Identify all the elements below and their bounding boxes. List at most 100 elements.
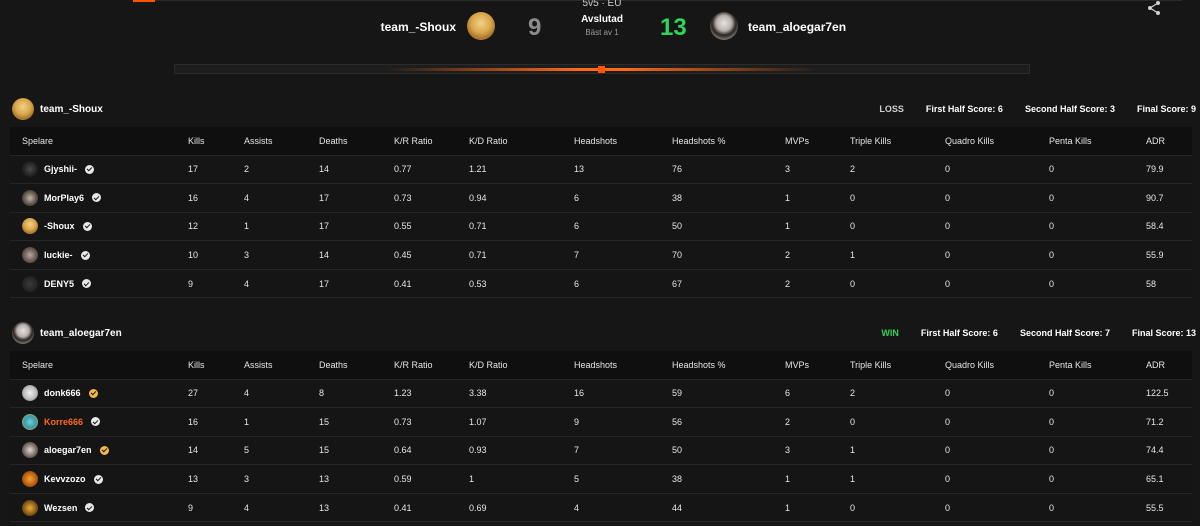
column-header[interactable]: K/R Ratio: [382, 127, 457, 156]
player-avatar[interactable]: [22, 218, 38, 235]
stat-adr: 55.9: [1134, 240, 1192, 270]
stat-penta: 0: [1037, 436, 1134, 466]
column-header[interactable]: Assists: [232, 351, 307, 380]
column-header[interactable]: Spelare: [10, 351, 176, 380]
player-name[interactable]: MorPlay6: [44, 193, 84, 203]
stat-quadro: 0: [933, 183, 1037, 213]
player-avatar[interactable]: [22, 442, 38, 459]
column-header[interactable]: MVPs: [773, 351, 838, 380]
stat-hsp: 70: [660, 240, 773, 270]
column-header[interactable]: ADR: [1134, 351, 1192, 380]
stat-kd: 1: [457, 464, 562, 494]
team-header: team_aloegar7en WIN First Half Score: 6 …: [10, 318, 1196, 346]
column-header[interactable]: Spelare: [10, 127, 176, 156]
player-avatar[interactable]: [22, 471, 38, 488]
column-header[interactable]: Quadro Kills: [933, 351, 1037, 380]
team-name[interactable]: team_aloegar7en: [40, 328, 122, 339]
player-name[interactable]: aloegar7en: [44, 445, 92, 455]
stat-mvps: 1: [773, 464, 838, 494]
stat-adr: 58.4: [1134, 212, 1192, 242]
column-header[interactable]: Triple Kills: [838, 127, 933, 156]
stat-quadro: 0: [933, 240, 1037, 270]
column-header[interactable]: Kills: [176, 127, 232, 156]
column-header[interactable]: Headshots: [562, 127, 660, 156]
verified-badge-icon: [85, 164, 95, 174]
stat-mvps: 2: [773, 240, 838, 270]
column-header[interactable]: Triple Kills: [838, 351, 933, 380]
team-left-name[interactable]: team_-Shoux: [381, 20, 456, 34]
team-right-avatar[interactable]: [710, 12, 738, 40]
team-right-score: 13: [660, 14, 687, 41]
column-header[interactable]: Headshots %: [660, 127, 773, 156]
stat-kd: 0.71: [457, 212, 562, 242]
stat-penta: 0: [1037, 269, 1134, 299]
player-name[interactable]: donk666: [44, 388, 81, 398]
stat-triple: 0: [838, 493, 933, 523]
player-name[interactable]: Gjyshii-: [44, 164, 77, 174]
stat-kd: 1.07: [457, 407, 562, 437]
stat-assists: 1: [232, 212, 307, 242]
column-header[interactable]: Quadro Kills: [933, 127, 1037, 156]
stat-kr: 0.73: [382, 407, 457, 437]
timeline-marker[interactable]: [598, 66, 605, 73]
stat-quadro: 0: [933, 269, 1037, 299]
player-name[interactable]: luckie-: [44, 250, 73, 260]
player-name[interactable]: DENY5: [44, 279, 74, 289]
match-header: team_-Shoux 9 5v5 · EU Avslutad Bäst av …: [0, 0, 1200, 60]
stat-deaths: 13: [307, 464, 382, 494]
stat-mvps: 1: [773, 493, 838, 523]
team-avatar[interactable]: [12, 98, 34, 120]
column-header[interactable]: Penta Kills: [1037, 127, 1134, 156]
stat-hsp: 50: [660, 436, 773, 466]
column-header[interactable]: Kills: [176, 351, 232, 380]
stat-hsp: 59: [660, 379, 773, 409]
column-header[interactable]: MVPs: [773, 127, 838, 156]
stat-kills: 17: [176, 155, 232, 185]
stat-quadro: 0: [933, 155, 1037, 185]
player-name[interactable]: -Shoux: [44, 221, 75, 231]
table-row: Korre666 16 1 15 0.73 1.07 9 56 2 0 0 0 71.2: [10, 407, 1192, 437]
player-avatar[interactable]: [22, 385, 38, 402]
stat-hs: 13: [562, 155, 660, 185]
stat-assists: 3: [232, 240, 307, 270]
player-avatar[interactable]: [22, 161, 38, 178]
stat-triple: 1: [838, 240, 933, 270]
column-header[interactable]: Deaths: [307, 351, 382, 380]
team-right-name[interactable]: team_aloegar7en: [748, 20, 846, 34]
stat-deaths: 15: [307, 407, 382, 437]
stat-triple: 1: [838, 436, 933, 466]
column-header[interactable]: Penta Kills: [1037, 351, 1134, 380]
column-header[interactable]: K/D Ratio: [457, 127, 562, 156]
stat-hsp: 56: [660, 407, 773, 437]
column-header[interactable]: ADR: [1134, 127, 1192, 156]
verified-badge-icon: [82, 279, 92, 289]
stat-kills: 12: [176, 212, 232, 242]
stat-mvps: 1: [773, 183, 838, 213]
player-avatar[interactable]: [22, 413, 38, 430]
player-avatar[interactable]: [22, 247, 38, 264]
player-cell: donk666: [10, 379, 176, 409]
team-avatar[interactable]: [12, 322, 34, 344]
player-name[interactable]: Wezsen: [44, 503, 77, 513]
table-row: MorPlay6 16 4 17 0.73 0.94 6 38 1 0 0 0 90.7: [10, 183, 1192, 213]
column-header[interactable]: Deaths: [307, 127, 382, 156]
stat-hs: 16: [562, 379, 660, 409]
team-score-summary: WIN First Half Score: 6 Second Half Scor…: [881, 328, 1196, 338]
result-badge: WIN: [881, 328, 899, 338]
team-left-avatar[interactable]: [467, 12, 495, 40]
player-avatar[interactable]: [22, 189, 38, 206]
team-name[interactable]: team_-Shoux: [40, 104, 103, 115]
player-avatar[interactable]: [22, 275, 38, 292]
stat-hsp: 50: [660, 212, 773, 242]
player-avatar[interactable]: [22, 499, 38, 516]
table-header-row: Spelare Kills Assists Deaths K/R Ratio K/D Ra…: [10, 351, 1192, 380]
column-header[interactable]: Headshots: [562, 351, 660, 380]
column-header[interactable]: K/D Ratio: [457, 351, 562, 380]
player-name[interactable]: Kevvzozo: [44, 474, 86, 484]
table-row: luckie- 10 3 14 0.45 0.71 7 70 2 1 0 0 55.9: [10, 240, 1192, 270]
column-header[interactable]: K/R Ratio: [382, 351, 457, 380]
player-name[interactable]: Korre666: [44, 417, 83, 427]
column-header[interactable]: Headshots %: [660, 351, 773, 380]
stat-adr: 79.9: [1134, 155, 1192, 185]
column-header[interactable]: Assists: [232, 127, 307, 156]
